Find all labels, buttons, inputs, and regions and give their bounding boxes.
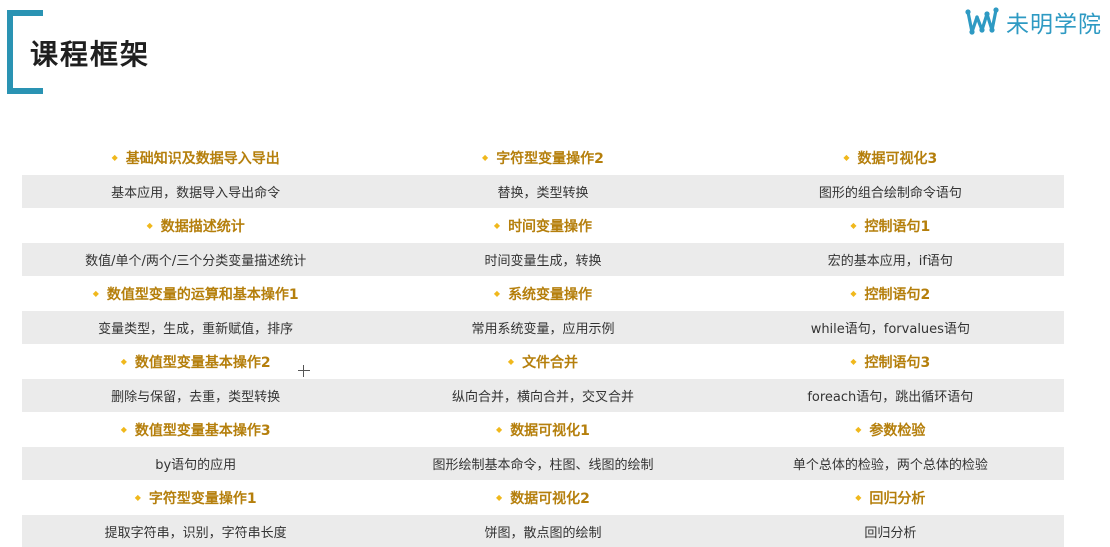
- topic-title-text: 数值型变量的运算和基本操作1: [106, 286, 299, 303]
- course-topic-row: ◆ 数值型变量基本操作2 ◆ 文件合并 ◆ 控制语句3: [22, 344, 1064, 379]
- course-topic-row: ◆ 数据描述统计 ◆ 时间变量操作 ◆ 控制语句1: [22, 208, 1064, 243]
- course-topic-title: ◆ 系统变量操作: [369, 276, 716, 311]
- topic-title-text: 文件合并: [522, 354, 579, 371]
- course-description-row: 变量类型，生成，重新赋值，排序 常用系统变量，应用示例 while语句，forval…: [22, 311, 1064, 344]
- course-topic-row: ◆ 数值型变量基本操作3 ◆ 数据可视化1 ◆ 参数检验: [22, 412, 1064, 447]
- topic-title-text: 控制语句2: [864, 286, 931, 303]
- course-topic-title: ◆ 控制语句2: [717, 276, 1064, 311]
- topic-title-text: 数值型变量基本操作2: [134, 354, 271, 371]
- course-topic-title: ◆ 回归分析: [717, 480, 1064, 515]
- topic-title-text: 回归分析: [869, 490, 926, 507]
- diamond-bullet-icon: ◆: [120, 357, 127, 366]
- topic-description: 提取字符串，识别，字符串长度: [104, 526, 287, 541]
- course-description-row: 删除与保留，去重，类型转换 纵向合并，横向合并，交叉合并 foreach语句，跳出循…: [22, 379, 1064, 412]
- course-topic-title: ◆ 数值型变量基本操作2: [22, 344, 369, 379]
- topic-title-text: 数据可视化3: [857, 150, 938, 167]
- course-topic-title: ◆ 数值型变量的运算和基本操作1: [22, 276, 369, 311]
- diamond-bullet-icon: ◆: [496, 425, 503, 434]
- course-framework-table: ◆ 基础知识及数据导入导出 ◆ 字符型变量操作2 ◆ 数据可视化3 基本应用，数据导入导出命…: [22, 140, 1064, 547]
- course-topic-title: ◆ 文件合并: [369, 344, 716, 379]
- diamond-bullet-icon: ◆: [850, 221, 857, 230]
- topic-title-text: 数据可视化1: [510, 422, 590, 439]
- diamond-bullet-icon: ◆: [496, 493, 503, 502]
- topic-title-text: 字符型变量操作2: [496, 150, 604, 167]
- course-topic-title: ◆ 数据可视化2: [369, 480, 716, 515]
- course-description-row: 提取字符串，识别，字符串长度 饼图，散点图的绘制 回归分析: [22, 515, 1064, 547]
- diamond-bullet-icon: ◆: [843, 153, 850, 162]
- topic-title-text: 字符型变量操作1: [148, 490, 257, 507]
- brand-logo: 未明学院: [962, 2, 1102, 42]
- topic-description: 单个总体的检验，两个总体的检验: [792, 458, 988, 473]
- diamond-bullet-icon: ◆: [850, 357, 857, 366]
- diamond-bullet-icon: ◆: [146, 221, 153, 230]
- topic-description: 替换，类型转换: [497, 186, 589, 201]
- diamond-bullet-icon: ◆: [134, 493, 141, 502]
- course-description-row: by语句的应用 图形绘制基本命令，柱图、线图的绘制 单个总体的检验，两个总体的检验: [22, 447, 1064, 480]
- topic-title-text: 控制语句3: [864, 354, 931, 371]
- course-description-row: 数值/单个/两个/三个分类变量描述统计 时间变量生成，转换 宏的基本应用，if语句: [22, 243, 1064, 276]
- course-topic-title: ◆ 数据描述统计: [22, 208, 369, 243]
- course-topic-row: ◆ 字符型变量操作1 ◆ 数据可视化2 ◆ 回归分析: [22, 480, 1064, 515]
- topic-title-text: 数值型变量基本操作3: [134, 422, 271, 439]
- diamond-bullet-icon: ◆: [855, 425, 862, 434]
- diamond-bullet-icon: ◆: [855, 493, 862, 502]
- topic-description: 饼图，散点图的绘制: [484, 526, 602, 541]
- course-topic-title: ◆ 基础知识及数据导入导出: [22, 140, 369, 175]
- topic-description: 纵向合并，横向合并，交叉合并: [451, 390, 634, 405]
- brand-logo-icon: [965, 7, 999, 35]
- course-topic-title: ◆ 数据可视化3: [717, 140, 1064, 175]
- diamond-bullet-icon: ◆: [120, 425, 127, 434]
- topic-title-text: 数据描述统计: [160, 218, 245, 235]
- diamond-bullet-icon: ◆: [493, 289, 501, 298]
- topic-description: foreach语句，跳出循环语句: [807, 390, 974, 405]
- topic-title-text: 时间变量操作: [508, 218, 593, 235]
- topic-description: 宏的基本应用，if语句: [827, 254, 953, 269]
- topic-description: 时间变量生成，转换: [484, 254, 602, 269]
- diamond-bullet-icon: ◆: [493, 221, 501, 230]
- topic-title-text: 系统变量操作: [508, 286, 593, 303]
- course-topic-row: ◆ 数值型变量的运算和基本操作1 ◆ 系统变量操作 ◆ 控制语句2: [22, 276, 1064, 311]
- course-topic-title: ◆ 参数检验: [717, 412, 1064, 447]
- course-topic-title: ◆ 字符型变量操作2: [369, 140, 716, 175]
- diamond-bullet-icon: ◆: [850, 289, 857, 298]
- topic-description: 回归分析: [864, 526, 917, 541]
- topic-title-text: 基础知识及数据导入导出: [125, 150, 280, 167]
- course-topic-title: ◆ 数值型变量基本操作3: [22, 412, 369, 447]
- diamond-bullet-icon: ◆: [92, 289, 99, 298]
- topic-description: 图形绘制基本命令，柱图、线图的绘制: [432, 458, 654, 473]
- topic-description: while语句，forvalues语句: [810, 322, 970, 337]
- topic-description: 图形的组合绘制命令语句: [818, 186, 962, 201]
- diamond-bullet-icon: ◆: [482, 153, 489, 162]
- course-topic-title: ◆ 控制语句3: [717, 344, 1064, 379]
- topic-description: 数值/单个/两个/三个分类变量描述统计: [85, 254, 307, 269]
- diamond-bullet-icon: ◆: [507, 357, 515, 366]
- topic-description: 基本应用，数据导入导出命令: [111, 186, 281, 201]
- topic-title-text: 数据可视化2: [510, 490, 590, 507]
- course-topic-title: ◆ 数据可视化1: [369, 412, 716, 447]
- course-topic-title: ◆ 字符型变量操作1: [22, 480, 369, 515]
- course-topic-title: ◆ 时间变量操作: [369, 208, 716, 243]
- topic-title-text: 控制语句1: [864, 218, 931, 235]
- topic-title-text: 参数检验: [869, 422, 926, 439]
- diamond-bullet-icon: ◆: [111, 153, 118, 162]
- brand-logo-text: 未明学院: [1006, 12, 1102, 38]
- topic-description: 变量类型，生成，重新赋值，排序: [98, 322, 294, 337]
- topic-description: 常用系统变量，应用示例: [471, 322, 615, 337]
- topic-description: by语句的应用: [155, 458, 237, 473]
- page-title: 课程框架: [30, 38, 151, 71]
- course-topic-title: ◆ 控制语句1: [717, 208, 1064, 243]
- mouse-cursor-icon: [298, 365, 310, 377]
- course-description-row: 基本应用，数据导入导出命令 替换，类型转换 图形的组合绘制命令语句: [22, 175, 1064, 208]
- course-topic-row: ◆ 基础知识及数据导入导出 ◆ 字符型变量操作2 ◆ 数据可视化3: [22, 140, 1064, 175]
- topic-description: 删除与保留，去重，类型转换: [111, 390, 281, 405]
